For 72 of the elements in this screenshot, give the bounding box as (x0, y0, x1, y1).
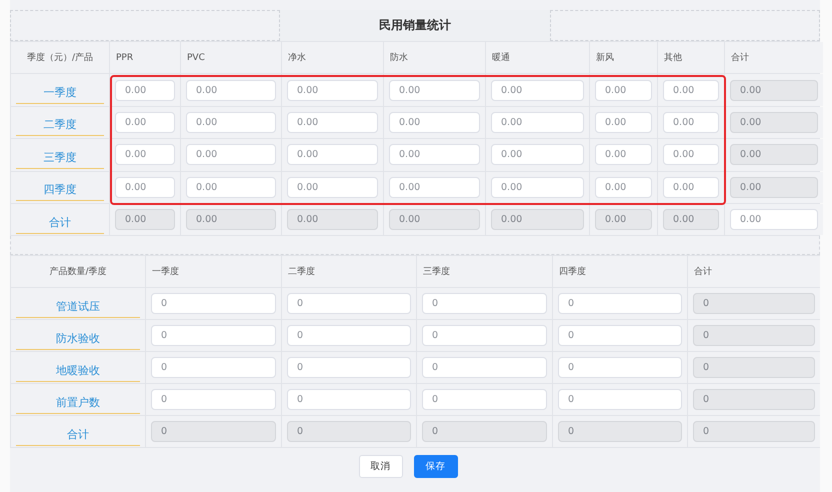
header-cell: 一季度 (146, 256, 281, 288)
number-field[interactable]: 0.00 (115, 112, 175, 133)
number-field[interactable]: 0.00 (115, 144, 175, 166)
number-field[interactable]: 0.00 (595, 176, 652, 198)
header-cell: 季度（元）/产品 (11, 42, 109, 74)
header-cell: 合计 (688, 256, 820, 288)
number-field[interactable]: 0.00 (595, 80, 652, 101)
number-field[interactable]: 0.00 (115, 176, 175, 198)
number-field[interactable]: 0.00 (663, 80, 719, 101)
row-label: 前置户数 (16, 388, 140, 414)
save-button[interactable]: 保存 (414, 455, 458, 478)
number-field[interactable]: 0 (151, 357, 276, 378)
number-field[interactable]: 0.00 (186, 112, 276, 133)
number-field[interactable]: 0 (287, 389, 411, 410)
number-field[interactable]: 0.00 (663, 176, 719, 198)
header-cell: 其他 (658, 42, 724, 74)
row-label: 管道试压 (16, 292, 140, 318)
number-field[interactable]: 0 (558, 325, 682, 346)
number-field[interactable]: 0.00 (491, 176, 584, 198)
number-field[interactable]: 0.00 (491, 144, 584, 166)
number-field[interactable]: 0 (558, 293, 682, 314)
header-cell: 四季度 (553, 256, 687, 288)
header-cell: 合计 (725, 42, 823, 74)
number-field[interactable]: 0.00 (389, 80, 480, 101)
header-cell: 新风 (590, 42, 657, 74)
number-field[interactable]: 0.00 (287, 80, 378, 101)
row-label: 一季度 (16, 79, 104, 104)
number-field[interactable]: 0.00 (186, 176, 276, 198)
number-field[interactable]: 0.00 (287, 176, 378, 198)
number-field[interactable]: 0.00 (595, 112, 652, 133)
number-field[interactable]: 0.00 (389, 144, 480, 166)
number-field[interactable]: 0.00 (186, 80, 276, 101)
number-field[interactable]: 0 (151, 389, 276, 410)
header-cell: PPR (110, 42, 180, 74)
number-field[interactable]: 0 (422, 325, 547, 346)
header-cell: 暖通 (486, 42, 589, 74)
number-field[interactable]: 0 (558, 389, 682, 410)
row-label: 二季度 (16, 111, 104, 136)
number-field[interactable]: 0.00 (389, 176, 480, 198)
number-field[interactable]: 0 (287, 325, 411, 346)
number-field[interactable]: 0.00 (663, 144, 719, 166)
row-label: 合计 (16, 420, 140, 446)
number-field[interactable]: 0 (422, 389, 547, 410)
row-label: 防水验收 (16, 324, 140, 350)
number-field[interactable]: 0.00 (287, 144, 378, 166)
row-label: 地暖验收 (16, 356, 140, 382)
row-label: 四季度 (16, 176, 104, 202)
number-field[interactable]: 0 (422, 293, 547, 314)
number-field[interactable]: 0 (287, 357, 411, 378)
number-field[interactable]: 0.00 (491, 112, 584, 133)
row-label: 合计 (16, 208, 104, 234)
number-field[interactable]: 0 (558, 357, 682, 378)
number-field[interactable]: 0.00 (663, 112, 719, 133)
header-cell: PVC (181, 42, 281, 74)
number-field[interactable]: 0 (151, 325, 276, 346)
number-field[interactable]: 0 (287, 293, 411, 314)
number-field[interactable]: 0 (151, 293, 276, 314)
number-field[interactable]: 0.00 (389, 112, 480, 133)
row-label: 三季度 (16, 144, 104, 169)
header-cell: 防水 (384, 42, 485, 74)
number-field[interactable]: 0.00 (491, 80, 584, 101)
number-field[interactable]: 0.00 (287, 112, 378, 133)
header-cell: 二季度 (282, 256, 416, 288)
cancel-button[interactable]: 取消 (358, 455, 402, 478)
number-field[interactable]: 0 (422, 357, 547, 378)
header-cell: 三季度 (417, 256, 552, 288)
number-field[interactable]: 0.00 (186, 144, 276, 166)
number-field[interactable]: 0.00 (730, 209, 818, 230)
header-cell: 净水 (282, 42, 383, 74)
number-field[interactable]: 0.00 (595, 144, 652, 166)
number-field[interactable]: 0.00 (115, 80, 175, 101)
header-cell: 产品数量/季度 (11, 256, 145, 288)
